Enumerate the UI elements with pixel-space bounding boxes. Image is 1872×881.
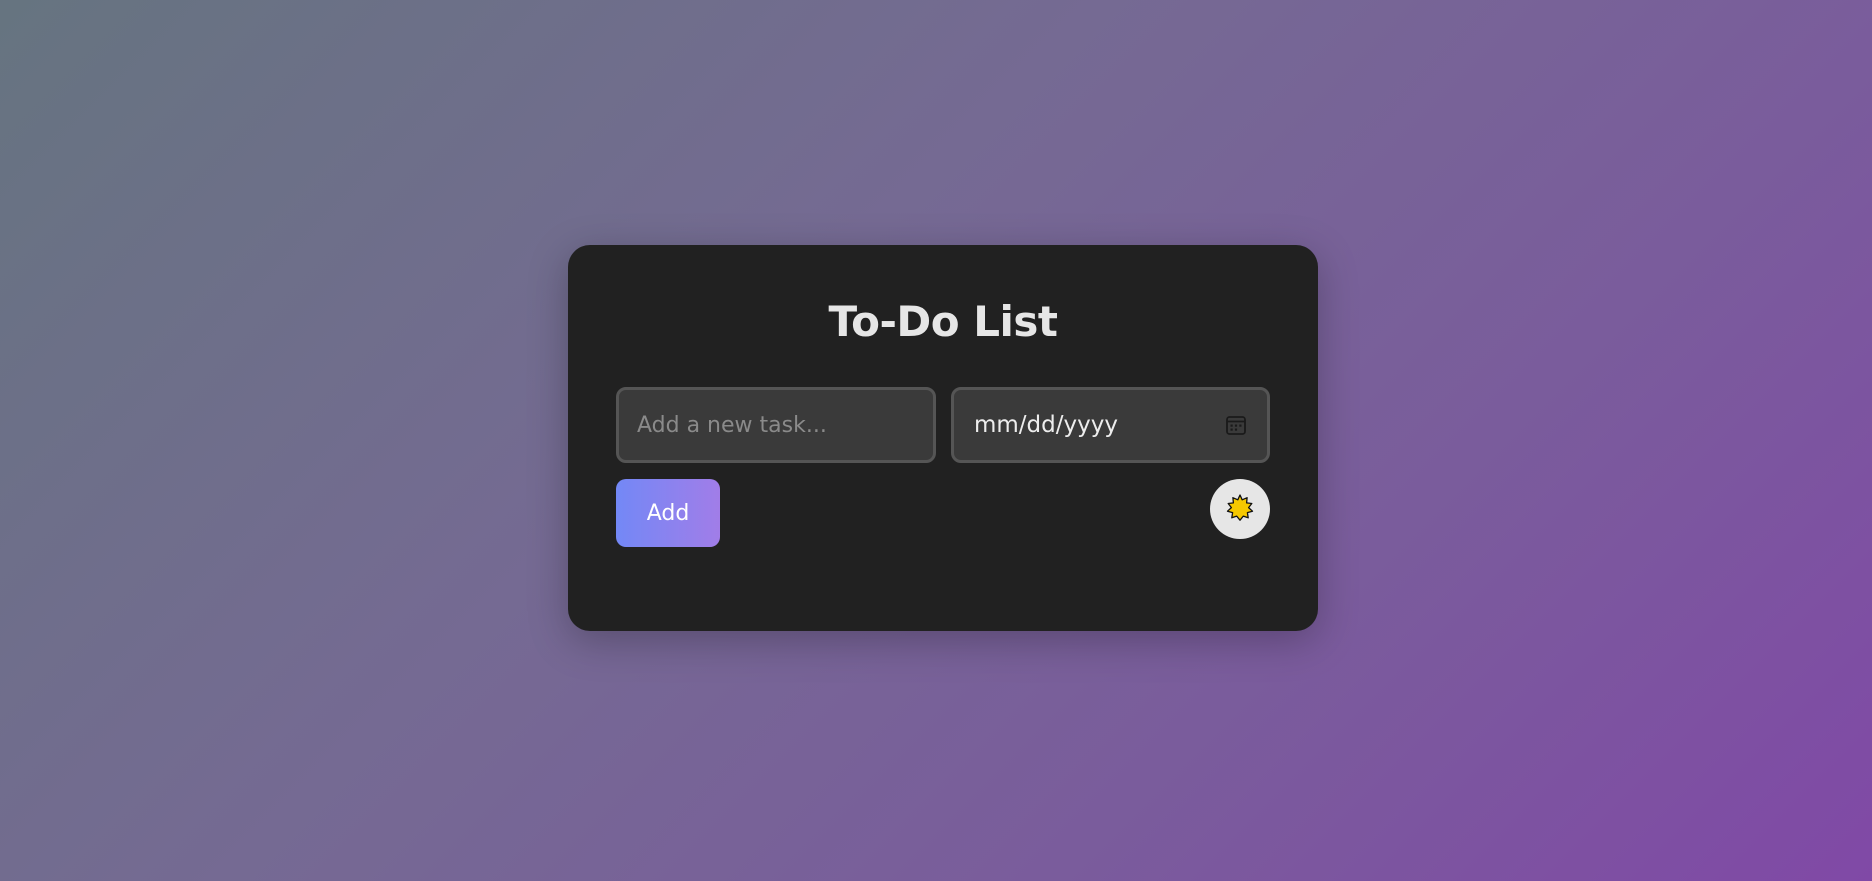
todo-card: To-Do List mm/dd/yyyy Add [568, 245, 1318, 631]
add-button[interactable]: Add [616, 479, 720, 547]
date-placeholder: mm/dd/yyyy [974, 412, 1118, 438]
date-input[interactable]: mm/dd/yyyy [951, 387, 1270, 463]
calendar-icon[interactable] [1225, 414, 1247, 436]
page-title: To-Do List [828, 297, 1058, 346]
task-input[interactable] [616, 387, 936, 463]
sun-icon [1225, 493, 1255, 526]
theme-toggle-button[interactable] [1210, 479, 1270, 539]
add-button-label: Add [646, 500, 690, 526]
